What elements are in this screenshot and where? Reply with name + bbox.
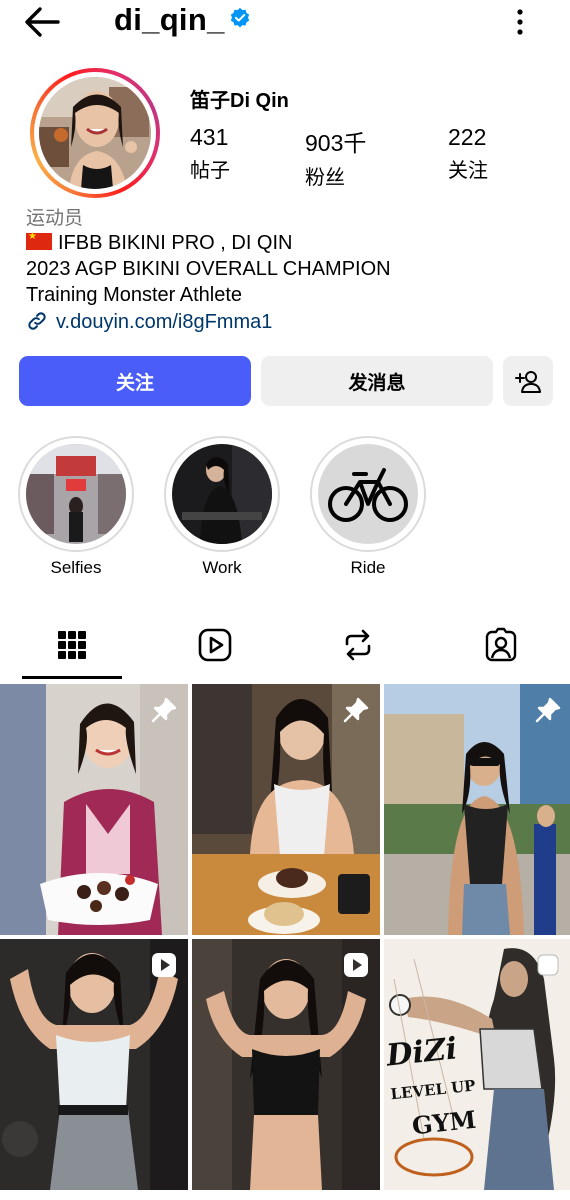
tab-reels[interactable] <box>165 612 265 678</box>
video-icon <box>344 953 368 977</box>
highlight-ring <box>18 436 134 552</box>
link-text: v.douyin.com/i8gFmma1 <box>56 311 273 333</box>
stat-label: 关注 <box>448 160 488 182</box>
back-button[interactable] <box>22 4 66 40</box>
bicycle-icon <box>328 468 408 522</box>
bio-line: IFBB BIKINI PRO , DI QIN <box>26 231 293 255</box>
bio-line: 2023 AGP BIKINI OVERALL CHAMPION <box>26 258 391 280</box>
stat-value: 222 <box>448 124 487 150</box>
more-options-button[interactable] <box>505 4 535 38</box>
art-title: DiZi <box>384 1031 459 1074</box>
highlight-label: Ride <box>350 558 386 577</box>
message-button[interactable]: 发消息 <box>261 356 493 406</box>
profile-category: 运动员 <box>26 208 84 229</box>
post-thumbnail[interactable] <box>0 684 188 935</box>
tagged-icon <box>485 627 517 662</box>
top-bar: di_qin_ <box>0 0 570 44</box>
stat-followers[interactable]: 903千 粉丝 <box>305 124 366 190</box>
profile-tabs <box>0 612 570 680</box>
bio-text: IFBB BIKINI PRO , DI QIN <box>58 232 293 254</box>
reposts-icon <box>345 629 371 661</box>
highlight-cover <box>318 444 418 544</box>
tab-tagged[interactable] <box>451 612 551 678</box>
stat-value: 431 <box>190 124 229 150</box>
avatar-photo <box>39 77 151 189</box>
post-thumbnail[interactable] <box>0 939 188 1190</box>
post-art-text: DiZi LEVEL UP GYM <box>385 1030 481 1142</box>
tab-reposts[interactable] <box>308 612 408 678</box>
carousel-icon <box>537 954 559 976</box>
china-flag-icon <box>26 231 52 250</box>
arrow-left-icon <box>25 7 60 37</box>
art-subtitle: LEVEL UP <box>389 1076 477 1104</box>
post-thumbnail[interactable] <box>192 684 380 935</box>
highlight-cover <box>26 444 126 544</box>
pin-icon <box>343 697 369 723</box>
stat-label: 粉丝 <box>305 167 345 189</box>
stat-posts[interactable]: 431 帖子 <box>190 124 230 183</box>
active-tab-indicator <box>22 676 122 679</box>
stat-label: 帖子 <box>190 160 230 182</box>
pin-icon <box>151 697 177 723</box>
highlight-cover <box>172 444 272 544</box>
tab-posts-grid[interactable] <box>22 612 122 678</box>
grid-icon <box>58 631 86 659</box>
display-name: 笛子Di Qin <box>190 90 289 112</box>
pin-icon <box>535 697 561 723</box>
reels-icon <box>198 628 232 662</box>
highlight-ride[interactable]: Ride <box>310 436 426 578</box>
highlight-ring <box>164 436 280 552</box>
highlight-label: Selfies <box>50 558 102 577</box>
stat-following[interactable]: 222 关注 <box>448 124 488 183</box>
profile-link[interactable]: v.douyin.com/i8gFmma1 <box>26 310 272 334</box>
highlight-selfies[interactable]: Selfies <box>18 436 134 578</box>
verified-badge-icon <box>230 7 250 28</box>
post-thumbnail[interactable] <box>192 939 380 1190</box>
profile-username: di_qin_ <box>114 2 225 37</box>
follow-button[interactable]: 关注 <box>19 356 251 406</box>
highlight-work[interactable]: Work <box>164 436 280 578</box>
more-vertical-icon <box>517 9 523 35</box>
profile-avatar[interactable] <box>30 68 164 198</box>
add-person-icon <box>515 371 541 393</box>
post-thumbnail[interactable]: DiZi LEVEL UP GYM <box>384 939 570 1190</box>
post-thumbnail[interactable] <box>384 684 570 935</box>
video-icon <box>152 953 176 977</box>
bio-line: Training Monster Athlete <box>26 284 243 306</box>
highlight-label: Work <box>202 558 242 577</box>
highlight-ring <box>310 436 426 552</box>
suggest-users-button[interactable] <box>503 356 553 406</box>
stat-value: 903千 <box>305 130 367 156</box>
link-icon <box>28 312 46 330</box>
